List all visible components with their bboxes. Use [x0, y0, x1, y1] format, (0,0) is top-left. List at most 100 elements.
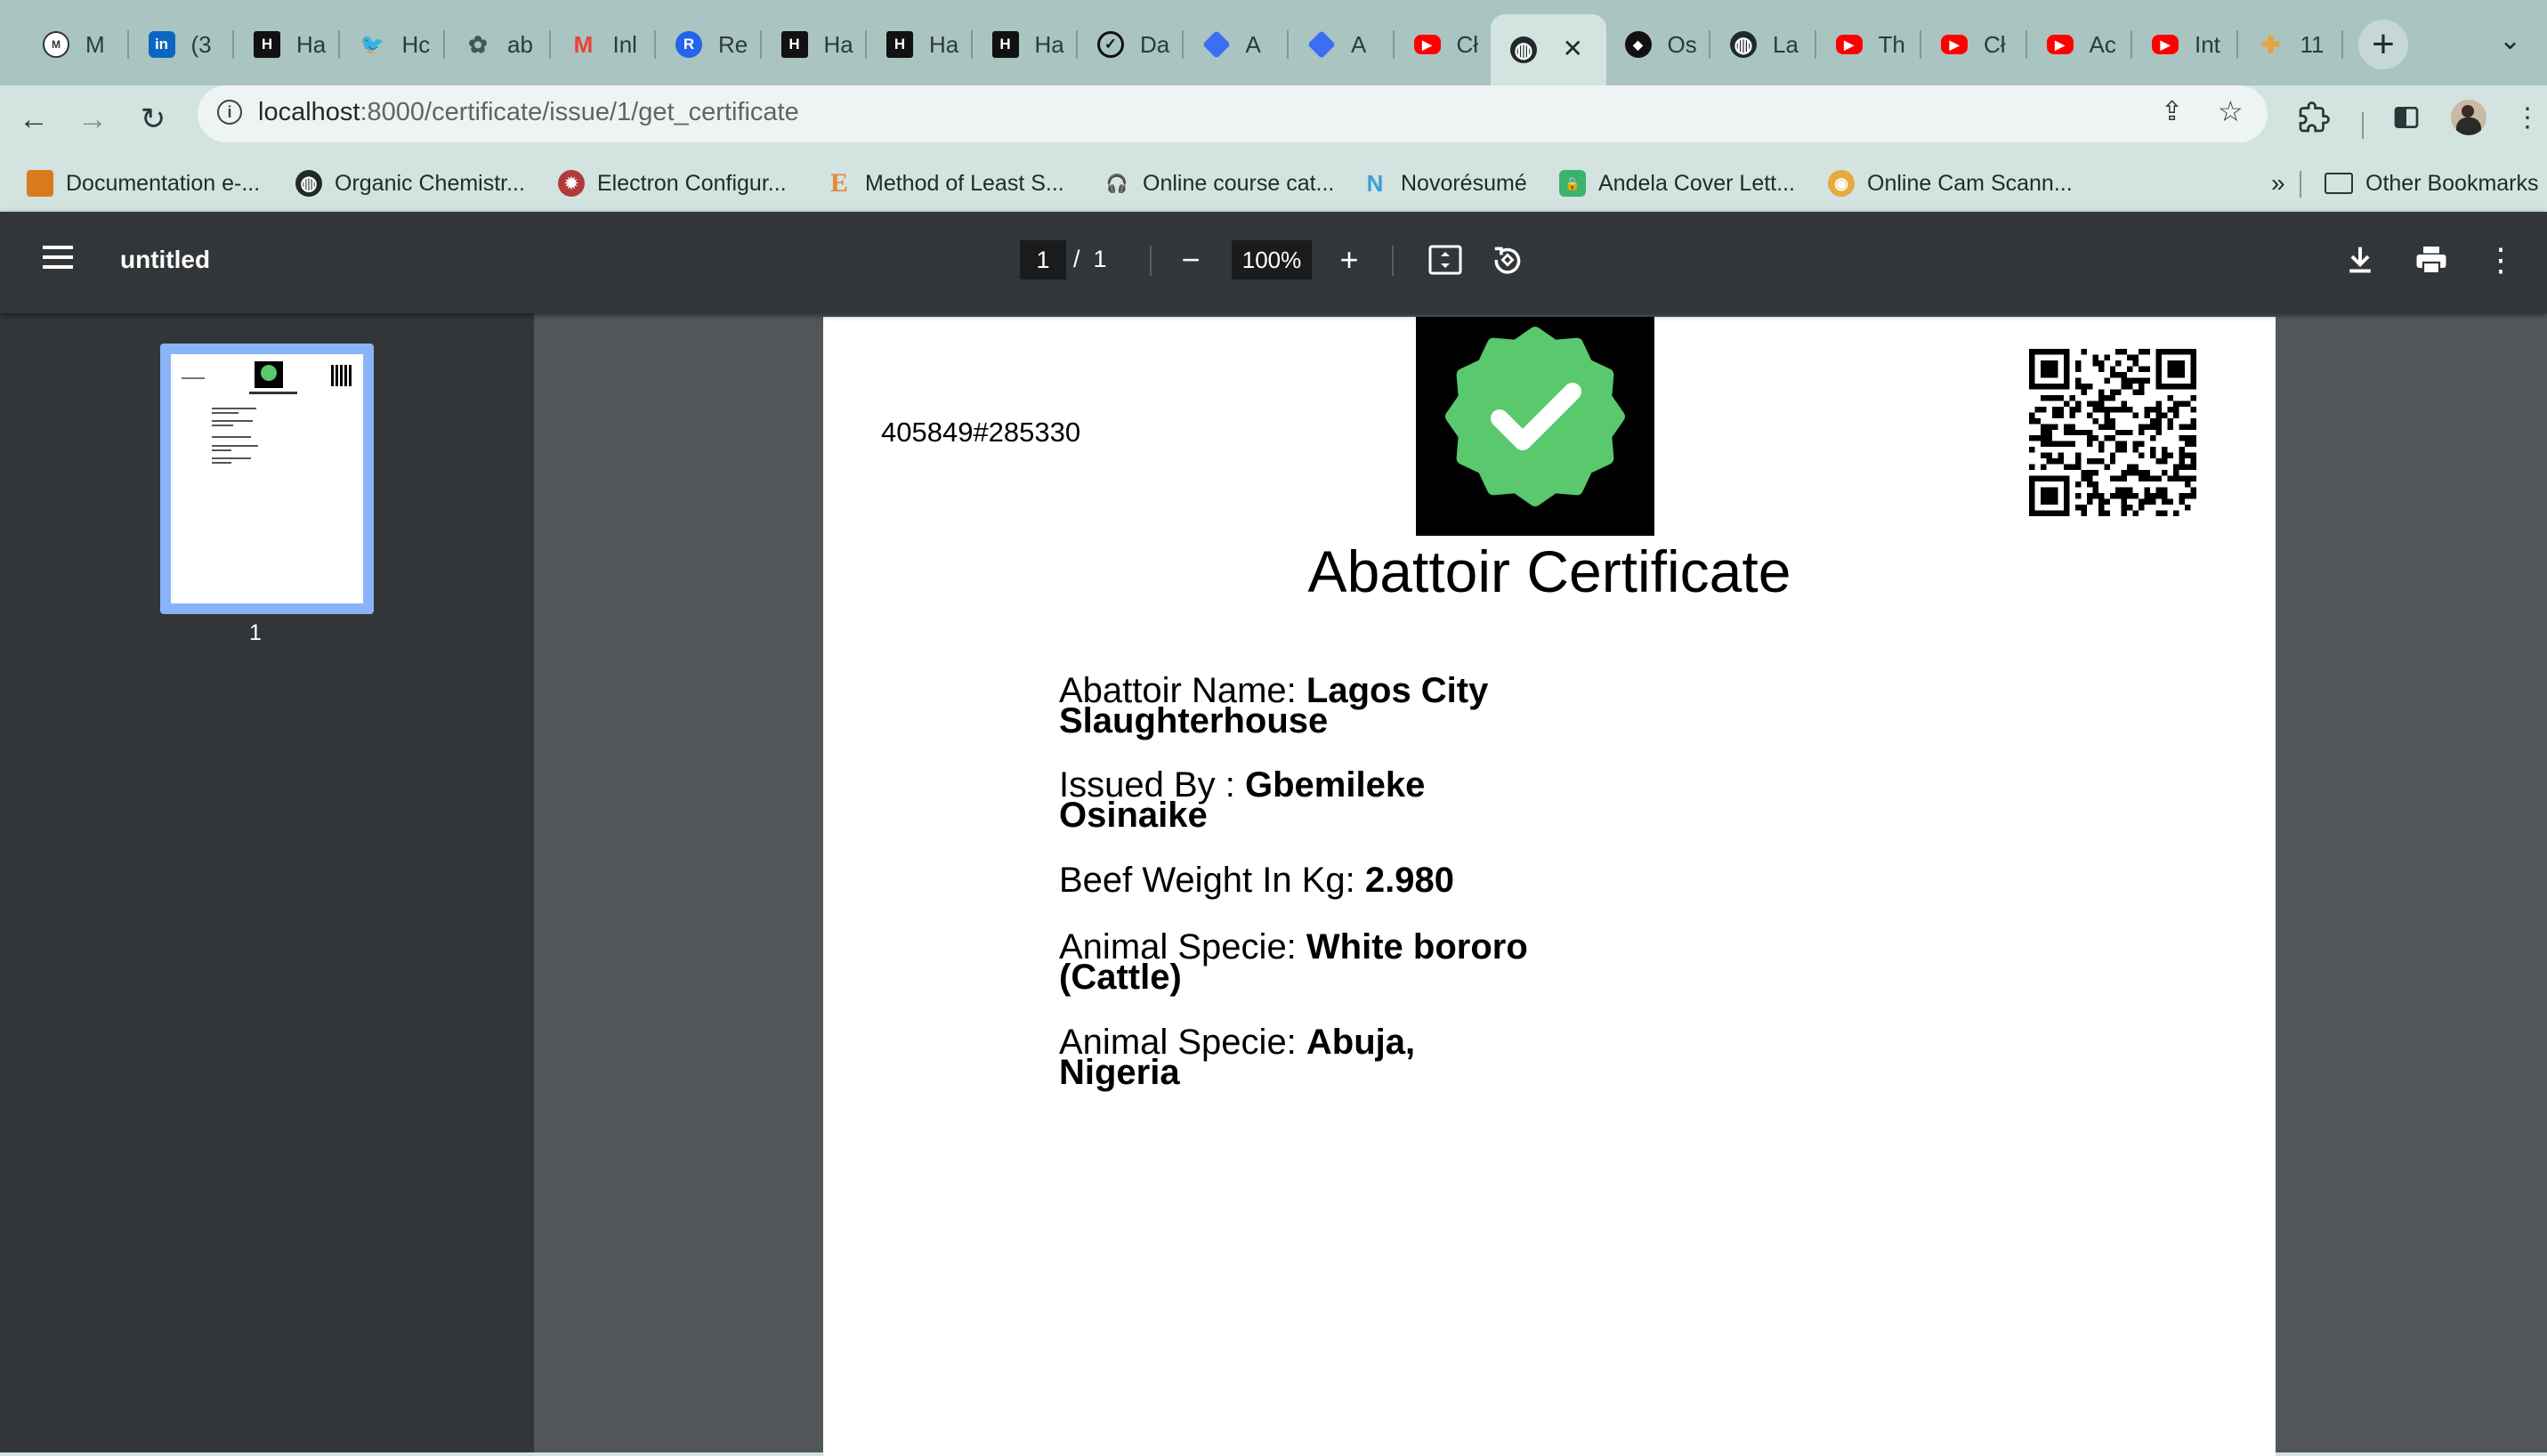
close-tab-icon[interactable]: ✕ [1563, 34, 1583, 63]
zoom-out-button[interactable]: − [1168, 237, 1214, 283]
field-value: Lagos City [1306, 671, 1489, 710]
reload-button[interactable]: ↻ [132, 98, 174, 141]
tab-title: Re [718, 30, 748, 58]
url-host: localhost [258, 98, 360, 126]
browser-tab[interactable]: A [1289, 18, 1395, 71]
browser-tab[interactable]: ◍ La [1710, 18, 1816, 71]
browser-tab[interactable]: ▶ Int [2132, 18, 2238, 71]
browser-tab[interactable]: ▶ Th [1816, 18, 1921, 71]
chatgpt-icon: ✿ [468, 30, 488, 58]
side-panel-icon[interactable] [2387, 98, 2426, 137]
bookmark-item[interactable]: ◉ Online Cam Scann... [1828, 166, 2073, 201]
certificate-field: Beef Weight In Kg: 2.980 [1059, 862, 1557, 898]
browser-tab[interactable]: M Inl [551, 18, 656, 71]
back-button[interactable]: ← [12, 98, 55, 141]
profile-avatar[interactable] [2449, 98, 2488, 137]
browser-tab[interactable]: MM [23, 18, 129, 71]
browser-menu-icon[interactable]: ⋮ [2508, 98, 2547, 137]
youtube-icon: ▶ [1413, 35, 1441, 54]
tab-search-chevron-icon[interactable]: ⌄ [2499, 25, 2521, 56]
address-bar[interactable]: i localhost:8000/certificate/issue/1/get… [198, 85, 2268, 142]
zoom-level-input[interactable]: 100% [1232, 240, 1312, 279]
forward-button[interactable]: → [71, 98, 114, 141]
other-bookmarks-folder[interactable]: Other Bookmarks [2325, 166, 2539, 201]
hamburger-menu-icon[interactable] [43, 242, 77, 274]
scanner-icon: ◉ [1828, 170, 1855, 197]
bookmark-item[interactable]: 🎧 Online course cat... [1104, 166, 1335, 201]
bookmark-item[interactable]: N Novorésumé [1362, 166, 1527, 201]
field-value-continued: Osinaike [1059, 796, 1208, 835]
hackerrank-icon: H [254, 31, 280, 58]
bookmark-favicon-icon [27, 170, 53, 197]
new-tab-button[interactable]: + [2358, 20, 2408, 69]
verified-badge-image [1416, 317, 1654, 536]
certificate-page: 405849#285330 Abattoir Certificate Abatt… [823, 317, 2276, 1456]
bookmark-item[interactable]: E Method of Least S... [826, 166, 1064, 201]
tab-strip: M Min (3 H Ha 🐦 Hc ✿ ab M Inl R Re H Ha H Ha H Ha ✓ Da A A ▶ Cł ◍… [0, 0, 2547, 85]
bookmark-label: Andela Cover Lett... [1598, 170, 1795, 196]
print-icon[interactable] [2408, 237, 2454, 283]
bookmark-star-icon[interactable]: ☆ [2218, 94, 2244, 128]
zoom-in-button[interactable]: + [1326, 237, 1372, 283]
rotate-icon[interactable] [1484, 237, 1531, 283]
bookmark-label: Novorésumé [1401, 170, 1527, 196]
tab-title: 11 [2300, 30, 2325, 58]
bookmarks-overflow-button[interactable]: » [2271, 166, 2285, 201]
novoresume-icon: N [1366, 169, 1384, 197]
download-icon[interactable] [2337, 237, 2383, 283]
pdf-viewer-area[interactable]: 405849#285330 Abattoir Certificate Abatt… [534, 313, 2547, 1456]
bookmark-item[interactable]: Documentation e-... [27, 166, 260, 201]
browser-tab[interactable]: ▶ Ac [2027, 18, 2132, 71]
browser-tab[interactable]: ✚ 11 [2238, 18, 2343, 71]
field-value: Gbemileke [1244, 765, 1426, 805]
browser-tab[interactable]: H Ha [867, 18, 973, 71]
field-label: Beef Weight In Kg: [1059, 861, 1365, 900]
bookmark-label: Documentation e-... [66, 170, 261, 196]
url-text[interactable]: localhost:8000/certificate/issue/1/get_c… [258, 98, 799, 127]
browser-tab[interactable]: in (3 [129, 18, 234, 71]
bookmark-item[interactable]: ✹ Electron Configur... [558, 166, 787, 201]
tab-title: Ha [929, 30, 959, 58]
bookmark-label: Online Cam Scann... [1867, 170, 2073, 196]
twitter-icon: 🐦 [360, 33, 385, 55]
bookmark-item[interactable]: 🔒 Andela Cover Lett... [1559, 166, 1795, 201]
browser-tab[interactable]: ▶ Cł [1921, 18, 2027, 71]
browser-tab[interactable]: 🐦 Hc [340, 18, 445, 71]
bookmark-item[interactable]: ◍ Organic Chemistr... [295, 166, 525, 201]
browser-tab[interactable]: H Ha [234, 18, 340, 71]
fit-page-icon[interactable] [1422, 237, 1468, 283]
qr-code-image [2029, 349, 2196, 516]
tab-title: Th [1878, 30, 1905, 58]
page-thumbnail[interactable] [160, 344, 374, 614]
browser-tab[interactable]: ✓ Da [1078, 18, 1184, 71]
tab-title: Inl [612, 30, 637, 58]
page-separator: / [1073, 246, 1080, 272]
browser-tab[interactable]: ◆ Os [1605, 18, 1710, 71]
diamond-icon [1201, 30, 1231, 59]
browser-tab[interactable]: ▶ Cł [1395, 18, 1500, 71]
browser-tab[interactable]: H Ha [762, 18, 867, 71]
tab-title: A [1245, 30, 1261, 58]
browser-tab[interactable]: ✿ ab [445, 18, 551, 71]
hackerrank-icon: H [780, 31, 808, 58]
extensions-icon[interactable] [2294, 98, 2333, 137]
globe-icon: ◍ [295, 170, 322, 197]
other-bookmarks-label: Other Bookmarks [2365, 170, 2539, 196]
site-info-icon[interactable]: i [217, 100, 242, 125]
page-number-input[interactable]: 1 [1020, 240, 1066, 279]
field-value: White bororo [1306, 927, 1528, 967]
browser-tab[interactable]: A [1184, 18, 1289, 71]
field-value-continued: Slaughterhouse [1059, 701, 1329, 740]
share-icon[interactable]: ⇪ [2161, 96, 2183, 127]
certificate-field: Animal Specie: White bororo (Cattle) [1059, 929, 1557, 995]
browser-tab[interactable]: ◍ ✕ [1491, 14, 1606, 85]
browser-tab[interactable]: H Ha [973, 18, 1078, 71]
tab-title: Ac [2089, 30, 2116, 58]
browser-tab[interactable]: R Re [656, 18, 762, 71]
pdf-title: untitled [120, 246, 211, 273]
browser-toolbar: ← → ↻ i localhost:8000/certificate/issue… [0, 85, 2547, 155]
tab-title: Ha [823, 30, 853, 58]
bookmark-label: Online course cat... [1143, 170, 1335, 196]
pdf-more-icon[interactable]: ⋮ [2478, 237, 2524, 283]
letter-e-icon: E [829, 168, 848, 198]
